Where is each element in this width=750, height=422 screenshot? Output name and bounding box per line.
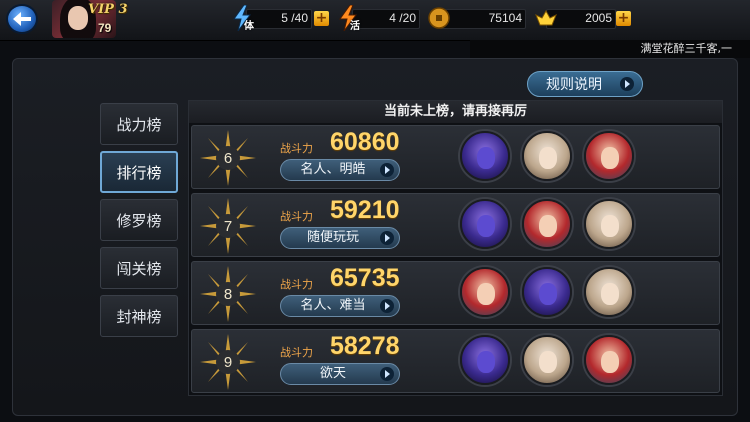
coin-icon	[428, 7, 450, 29]
tab-leaderboard[interactable]: 排行榜	[100, 151, 178, 193]
chevron-right-icon	[380, 231, 394, 245]
vip-badge: VIP 3	[88, 2, 128, 17]
stamina-value: 5 /40	[281, 11, 308, 25]
ranking-row: 7 战斗力 59210 随便玩玩	[191, 193, 720, 257]
rank-number: 6	[223, 149, 233, 167]
rank-number: 7	[223, 217, 233, 235]
chevron-right-icon	[380, 163, 394, 177]
chevron-right-icon	[380, 367, 394, 381]
ranking-row: 6 战斗力 60860 名人、明皓	[191, 125, 720, 189]
ranking-tabs: 战力榜 排行榜 修罗榜 闯关榜 封神榜	[100, 103, 182, 343]
tab-deity-ranking[interactable]: 封神榜	[100, 295, 178, 337]
player-name-button[interactable]: 名人、难当	[280, 295, 400, 317]
player-level: 79	[98, 21, 112, 35]
hero-portrait[interactable]	[584, 131, 634, 181]
ingot-value: 2005	[585, 11, 612, 25]
top-bar: VIP 3 79 体 5 /40 + 活 4 /20 75104 2005 +	[0, 0, 750, 41]
ranking-row: 9 战斗力 58278 欲天	[191, 329, 720, 393]
chevron-right-icon	[620, 77, 634, 91]
rank-badge: 6	[200, 130, 256, 186]
add-ingot-button[interactable]: +	[616, 11, 631, 26]
gold-ingot-icon	[535, 9, 557, 26]
arrow-left-icon	[13, 12, 31, 26]
hero-portrait[interactable]	[584, 335, 634, 385]
hero-portrait[interactable]	[460, 335, 510, 385]
chevron-right-icon	[380, 299, 394, 313]
plus-icon: +	[617, 10, 630, 26]
hero-portrait[interactable]	[584, 267, 634, 317]
coin-value: 75104	[488, 11, 522, 25]
hero-portrait[interactable]	[460, 267, 510, 317]
energy-value: 4 /20	[389, 11, 416, 25]
stamina-counter: 体 5 /40 +	[232, 5, 332, 32]
coin-counter: 75104	[428, 7, 528, 29]
ingot-counter: 2005 +	[534, 9, 634, 29]
hero-portrait[interactable]	[522, 199, 572, 249]
rules-button[interactable]: 规则说明	[527, 71, 643, 97]
hero-portrait[interactable]	[460, 131, 510, 181]
power-value: 58278	[330, 332, 400, 360]
ranking-row: 8 战斗力 65735 名人、难当	[191, 261, 720, 325]
ranking-list: 当前未上榜，请再接再厉 6 战斗力 60860 名人、明皓 7 战斗力 5921…	[188, 100, 723, 396]
power-label: 战斗力	[280, 346, 313, 359]
rank-badge: 7	[200, 198, 256, 254]
back-button[interactable]	[6, 4, 38, 34]
power-label: 战斗力	[280, 142, 313, 155]
tab-stage-ranking[interactable]: 闯关榜	[100, 247, 178, 289]
hero-portrait[interactable]	[522, 335, 572, 385]
scrolling-announcement: 满堂花醉三千客,一	[470, 40, 750, 58]
power-label: 战斗力	[280, 278, 313, 291]
player-name-button[interactable]: 名人、明皓	[280, 159, 400, 181]
hero-portrait[interactable]	[584, 199, 634, 249]
tab-power-ranking[interactable]: 战力榜	[100, 103, 178, 145]
power-value: 60860	[330, 128, 400, 156]
hero-portrait[interactable]	[460, 199, 510, 249]
hero-portrait[interactable]	[522, 267, 572, 317]
rank-badge: 9	[200, 334, 256, 390]
rules-button-label: 规则说明	[546, 77, 602, 93]
player-name-button[interactable]: 欲天	[280, 363, 400, 385]
rank-badge: 8	[200, 266, 256, 322]
power-value: 65735	[330, 264, 400, 292]
add-stamina-button[interactable]: +	[314, 11, 329, 26]
power-label: 战斗力	[280, 210, 313, 223]
hero-portrait[interactable]	[522, 131, 572, 181]
player-name-button[interactable]: 随便玩玩	[280, 227, 400, 249]
tab-asura-ranking[interactable]: 修罗榜	[100, 199, 178, 241]
power-value: 59210	[330, 196, 400, 224]
rank-number: 9	[223, 353, 233, 371]
energy-counter: 活 4 /20	[338, 5, 438, 32]
plus-icon: +	[315, 10, 328, 26]
rank-number: 8	[223, 285, 233, 303]
rank-status-notice: 当前未上榜，请再接再厉	[189, 101, 722, 123]
